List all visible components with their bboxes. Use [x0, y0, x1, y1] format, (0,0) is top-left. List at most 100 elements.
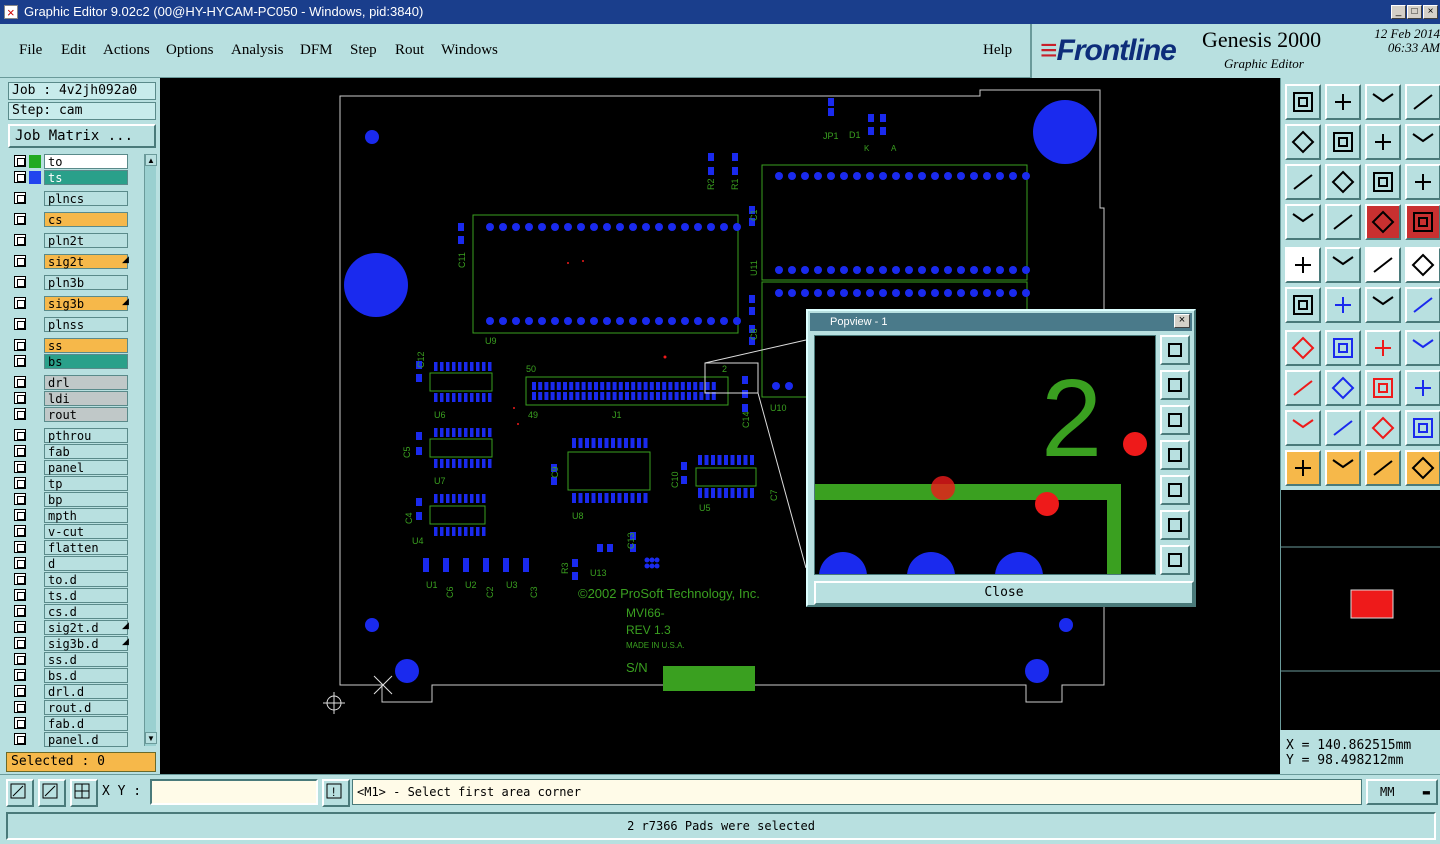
- layer-name[interactable]: cs: [44, 212, 128, 227]
- layer-name[interactable]: ts.d: [44, 588, 128, 603]
- layer-row[interactable]: d: [12, 556, 138, 571]
- grid-button[interactable]: [70, 779, 98, 807]
- layer-checkbox[interactable]: [14, 717, 26, 729]
- layer-checkbox[interactable]: [14, 701, 26, 713]
- layer-name[interactable]: sig2t: [44, 254, 128, 269]
- layer-row[interactable]: ss: [12, 338, 138, 353]
- menu-step[interactable]: Step: [350, 42, 377, 59]
- menu-actions[interactable]: Actions: [103, 42, 150, 59]
- menu-help[interactable]: Help: [983, 42, 1012, 59]
- layer-row[interactable]: sig2t ◢: [12, 254, 138, 269]
- layer-name[interactable]: panel: [44, 460, 128, 475]
- scroll-up-arrow[interactable]: ▲: [145, 154, 157, 166]
- layer-name[interactable]: v-cut: [44, 524, 128, 539]
- layer-row[interactable]: cs.d: [12, 604, 138, 619]
- angle-button[interactable]: [1285, 330, 1321, 366]
- tools-button[interactable]: [1285, 204, 1321, 240]
- close-window-button[interactable]: ×: [1423, 5, 1438, 19]
- layer-row[interactable]: fab: [12, 444, 138, 459]
- pan-left-button[interactable]: [1285, 124, 1321, 160]
- layer-name[interactable]: cs.d: [44, 604, 128, 619]
- layer-scrollbar[interactable]: ▲ ▼: [144, 154, 157, 746]
- layer-checkbox[interactable]: [14, 297, 26, 309]
- layer-row[interactable]: plnss: [12, 317, 138, 332]
- layer-checkbox[interactable]: [14, 509, 26, 521]
- connect-nodes-button[interactable]: [1285, 287, 1321, 323]
- layer-row[interactable]: panel.d: [12, 732, 138, 747]
- menu-dfm[interactable]: DFM: [300, 42, 333, 59]
- layers-red2-button[interactable]: [1405, 204, 1440, 240]
- triangle-button[interactable]: [1285, 410, 1321, 446]
- pan-up-button[interactable]: [1160, 370, 1190, 400]
- pointer-chart-button[interactable]: [1405, 450, 1440, 486]
- layer-checkbox[interactable]: [14, 155, 26, 167]
- layer-checkbox[interactable]: [14, 276, 26, 288]
- probe-button[interactable]: [1325, 204, 1361, 240]
- redraw-button[interactable]: [1405, 124, 1440, 160]
- layer-row[interactable]: ts.d: [12, 588, 138, 603]
- layer-row[interactable]: bs: [12, 354, 138, 369]
- layer-name[interactable]: drl.d: [44, 684, 128, 699]
- pan-down-button[interactable]: [1160, 405, 1190, 435]
- popview-close-button[interactable]: Close: [814, 581, 1194, 605]
- units-select[interactable]: MM ▬: [1366, 779, 1438, 805]
- layer-name[interactable]: pln2t: [44, 233, 128, 248]
- cross-button[interactable]: [1325, 287, 1361, 323]
- layer-name[interactable]: flatten: [44, 540, 128, 555]
- group-button[interactable]: [1405, 370, 1440, 406]
- undo-view-button[interactable]: [1365, 124, 1401, 160]
- layer-checkbox[interactable]: [14, 477, 26, 489]
- menu-analysis[interactable]: Analysis: [231, 42, 284, 59]
- layer-row[interactable]: ldi: [12, 391, 138, 406]
- pad-red-button[interactable]: [1285, 370, 1321, 406]
- layer-checkbox[interactable]: [14, 573, 26, 585]
- layer-checkbox[interactable]: [14, 408, 26, 420]
- layer-name[interactable]: tp: [44, 476, 128, 491]
- pointer-button[interactable]: [1285, 450, 1321, 486]
- layer-row[interactable]: pln2t: [12, 233, 138, 248]
- layer-row[interactable]: bs.d: [12, 668, 138, 683]
- layer-row[interactable]: rout: [12, 407, 138, 422]
- layer-checkbox[interactable]: [14, 525, 26, 537]
- layer-checkbox[interactable]: [14, 255, 26, 267]
- layer-checkbox[interactable]: [14, 339, 26, 351]
- layer-row[interactable]: drl.d: [12, 684, 138, 699]
- layer-checkbox[interactable]: [14, 621, 26, 633]
- layer-checkbox[interactable]: [14, 318, 26, 330]
- layer-name[interactable]: fab.d: [44, 716, 128, 731]
- triangle-up-button[interactable]: [1365, 410, 1401, 446]
- zoom-area-button[interactable]: [1285, 164, 1321, 200]
- layer-name[interactable]: bs.d: [44, 668, 128, 683]
- pan-right-button[interactable]: [1160, 475, 1190, 505]
- menu-options[interactable]: Options: [166, 42, 214, 59]
- triangle-blue-button[interactable]: [1325, 410, 1361, 446]
- layer-name[interactable]: sig3b.d: [44, 636, 128, 651]
- layer-row[interactable]: tp: [12, 476, 138, 491]
- triangle-blue2-button[interactable]: [1405, 410, 1440, 446]
- layer-checkbox[interactable]: [14, 213, 26, 225]
- layer-checkbox[interactable]: [14, 429, 26, 441]
- line-red-button[interactable]: [1325, 370, 1361, 406]
- ruler-button[interactable]: [1365, 247, 1401, 283]
- layer-name[interactable]: panel.d: [44, 732, 128, 747]
- pointer-box-button[interactable]: [1365, 450, 1401, 486]
- snap-angle-button[interactable]: [38, 779, 66, 807]
- zoom-center-button[interactable]: [1325, 164, 1361, 200]
- minimize-button[interactable]: _: [1391, 5, 1406, 19]
- layer-checkbox[interactable]: [14, 685, 26, 697]
- layer-row[interactable]: drl: [12, 375, 138, 390]
- layer-row[interactable]: pln3b: [12, 275, 138, 290]
- flip-button[interactable]: [1325, 247, 1361, 283]
- layer-name[interactable]: drl: [44, 375, 128, 390]
- menu-rout[interactable]: Rout: [395, 42, 424, 59]
- layer-row[interactable]: fab.d: [12, 716, 138, 731]
- layer-name[interactable]: ss.d: [44, 652, 128, 667]
- pan-right-button[interactable]: [1325, 124, 1361, 160]
- popview-close-icon[interactable]: ×: [1174, 314, 1190, 328]
- layer-row[interactable]: mpth: [12, 508, 138, 523]
- layer-name[interactable]: plnss: [44, 317, 128, 332]
- line-node-red-button[interactable]: [1405, 287, 1440, 323]
- diagonal-line-button[interactable]: [1325, 330, 1361, 366]
- layer-checkbox[interactable]: [14, 669, 26, 681]
- layer-checkbox[interactable]: [14, 637, 26, 649]
